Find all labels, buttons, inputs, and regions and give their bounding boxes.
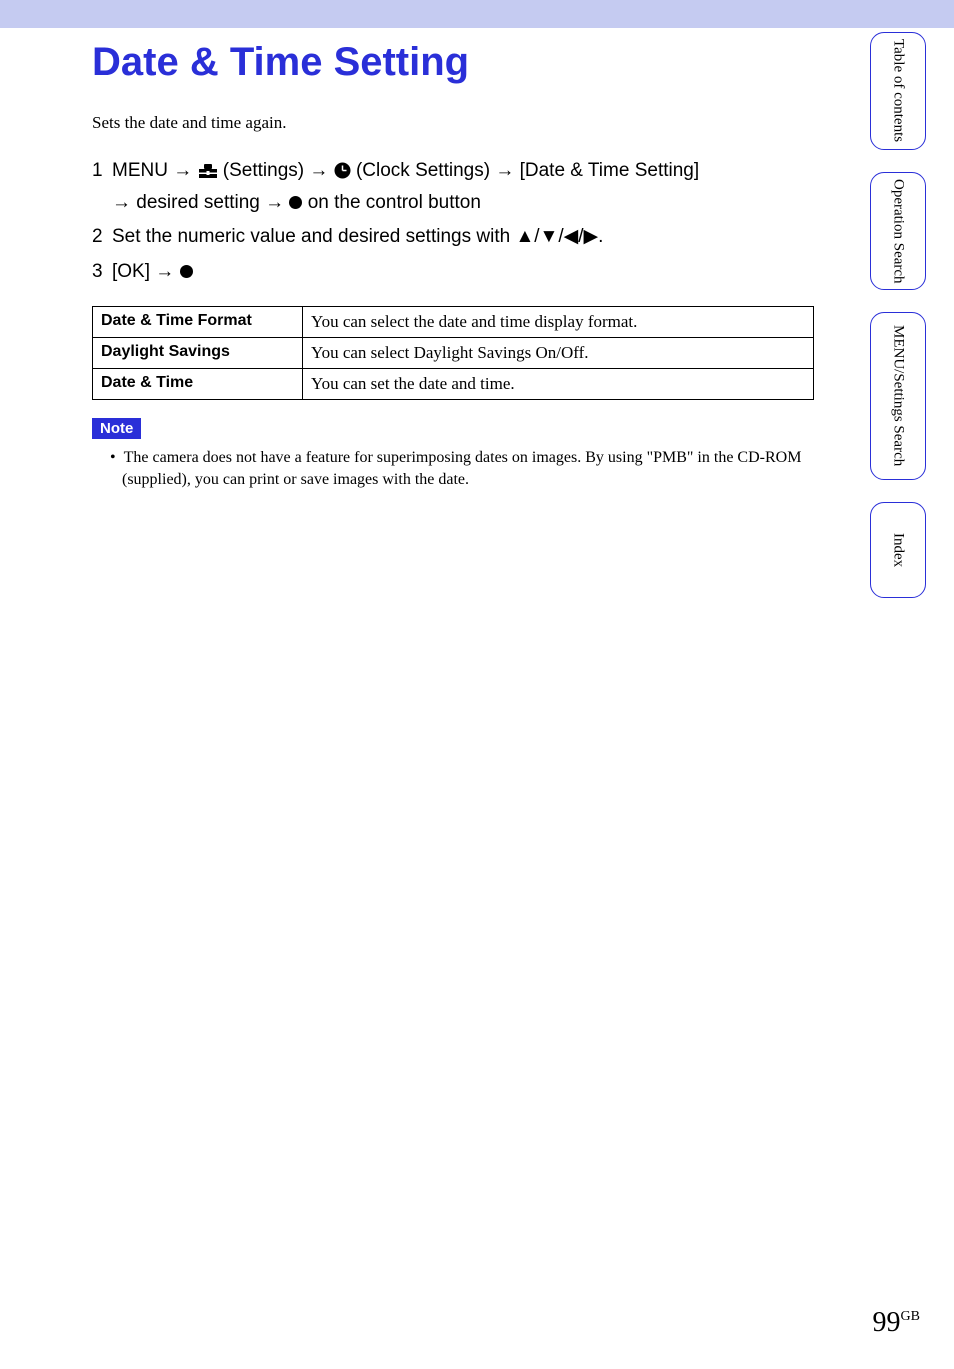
table-row: Date & Time Format You can select the da…: [93, 307, 814, 338]
desired-text: desired setting: [136, 192, 265, 213]
manual-page: Date & Time Setting Sets the date and ti…: [0, 0, 954, 1369]
tab-table-of-contents[interactable]: Table of contents: [870, 32, 926, 150]
table-row: Date & Time You can set the date and tim…: [93, 369, 814, 400]
main-content: Date & Time Setting Sets the date and ti…: [92, 40, 814, 490]
settings-icon: [198, 160, 218, 189]
page-number-suffix: GB: [901, 1309, 920, 1324]
step2-text: Set the numeric value and desired settin…: [112, 226, 515, 247]
page-number: 99GB: [873, 1307, 920, 1339]
arrow-icon: →: [155, 258, 174, 287]
sidebar-tabs: Table of contents Operation Search MENU/…: [870, 32, 930, 620]
setting-name: Daylight Savings: [93, 338, 303, 369]
page-title: Date & Time Setting: [92, 40, 814, 85]
step-3: 3 [OK] →: [92, 258, 814, 287]
tab-menu-settings-search[interactable]: MENU/Settings Search: [870, 312, 926, 480]
bracket-text: [Date & Time Setting]: [520, 160, 700, 181]
tab-operation-search[interactable]: Operation Search: [870, 172, 926, 290]
intro-text: Sets the date and time again.: [92, 113, 814, 133]
settings-label: (Settings): [223, 160, 310, 181]
on-button-text: on the control button: [308, 192, 481, 213]
step2-suffix: .: [598, 226, 603, 247]
top-decorative-band: [0, 0, 954, 28]
tab-index[interactable]: Index: [870, 502, 926, 598]
clock-icon: [334, 160, 351, 189]
setting-desc: You can select the date and time display…: [303, 307, 814, 338]
arrow-icon: →: [495, 157, 514, 186]
step-body: Set the numeric value and desired settin…: [112, 223, 814, 252]
settings-table: Date & Time Format You can select the da…: [92, 306, 814, 400]
step-1: 1 MENU → (Settings) →: [92, 157, 814, 217]
arrow-icon: →: [173, 157, 192, 186]
steps-list: 1 MENU → (Settings) →: [92, 157, 814, 286]
center-button-icon: [289, 196, 302, 209]
arrow-icon: →: [265, 189, 284, 218]
ok-text: [OK]: [112, 261, 155, 282]
clock-label: (Clock Settings): [356, 160, 495, 181]
note-list: The camera does not have a feature for s…: [92, 447, 814, 490]
setting-desc: You can set the date and time.: [303, 369, 814, 400]
arrow-icon: →: [112, 189, 131, 218]
direction-arrows: ▲/▼/◀/▶: [515, 226, 598, 247]
step-2: 2 Set the numeric value and desired sett…: [92, 223, 814, 252]
note-item: The camera does not have a feature for s…: [110, 447, 814, 490]
step-body: MENU → (Settings) →: [112, 157, 814, 217]
table-row: Daylight Savings You can select Daylight…: [93, 338, 814, 369]
menu-text: MENU: [112, 160, 168, 181]
arrow-icon: →: [309, 157, 328, 186]
center-button-icon: [180, 265, 193, 278]
setting-desc: You can select Daylight Savings On/Off.: [303, 338, 814, 369]
step-body: [OK] →: [112, 258, 814, 287]
page-number-value: 99: [873, 1307, 901, 1338]
note-label: Note: [92, 418, 141, 439]
setting-name: Date & Time: [93, 369, 303, 400]
step-number: 3: [92, 258, 112, 287]
step-number: 2: [92, 223, 112, 252]
step-number: 1: [92, 157, 112, 217]
setting-name: Date & Time Format: [93, 307, 303, 338]
